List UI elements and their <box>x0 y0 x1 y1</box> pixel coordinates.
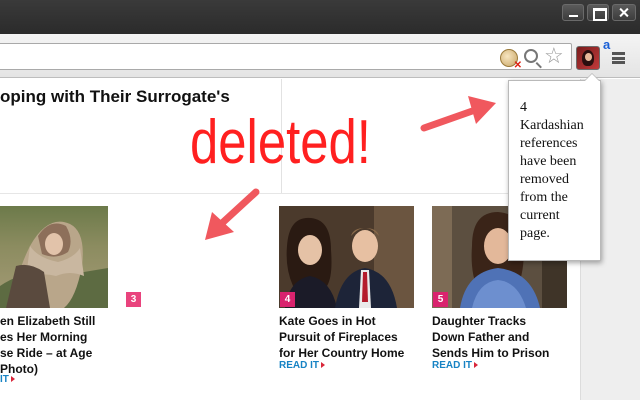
popup-message-line: page. <box>520 226 550 241</box>
article-number-badge: 3 <box>126 292 141 307</box>
read-more-link[interactable]: IT <box>0 374 15 385</box>
article-photo[interactable] <box>279 206 414 308</box>
chrome-menu-icon[interactable] <box>612 52 625 64</box>
article-title-line[interactable]: Down Father and <box>432 329 582 345</box>
extension-badge: a <box>603 37 611 52</box>
section-divider <box>0 193 580 194</box>
article-title-line[interactable]: for Her Country Home <box>279 345 429 361</box>
article-title-line[interactable]: Pursuit of Fireplaces <box>279 329 429 345</box>
read-more-link[interactable]: READ IT <box>279 360 325 371</box>
article-title-line[interactable]: Daughter Tracks <box>432 313 582 329</box>
zoom-icon[interactable] <box>524 49 538 63</box>
deleted-annotation: deleted! <box>190 108 371 177</box>
article-title-line[interactable]: se Ride – at Age <box>0 345 120 361</box>
popup-message-line: references <box>520 136 578 151</box>
popup-message-line: current <box>520 208 560 223</box>
article-number-badge: 4 <box>280 292 295 307</box>
popup-message-line: 4 <box>520 100 527 115</box>
article-title-line[interactable]: Kate Goes in Hot <box>279 313 429 329</box>
popup-message-line: have been <box>520 154 577 169</box>
popup-message-line: Kardashian <box>520 118 584 133</box>
address-bar[interactable] <box>0 43 572 70</box>
read-more-link[interactable]: READ IT <box>432 360 478 371</box>
maximize-button[interactable] <box>587 4 609 21</box>
article-number-badge: 5 <box>433 292 448 307</box>
browser-title-bar <box>0 0 640 34</box>
article-photo[interactable] <box>0 206 108 308</box>
article-title[interactable]: en Elizabeth Still es Her Morning se Rid… <box>0 313 120 377</box>
article-title-line[interactable]: Sends Him to Prison <box>432 345 582 361</box>
article-title[interactable]: Daughter Tracks Down Father and Sends Hi… <box>432 313 582 361</box>
popup-message-line: removed <box>520 172 569 187</box>
article-title-line[interactable]: Photo) <box>0 361 120 377</box>
article-title-line[interactable]: en Elizabeth Still <box>0 313 120 329</box>
bookmark-star-icon[interactable]: ☆ <box>544 44 564 68</box>
minimize-button[interactable] <box>562 4 584 21</box>
article-title[interactable]: Kate Goes in Hot Pursuit of Fireplaces f… <box>279 313 429 361</box>
extension-popup: 4 Kardashian references have been remove… <box>508 73 601 261</box>
close-button[interactable] <box>612 4 636 21</box>
extension-icon[interactable] <box>576 46 600 70</box>
popup-message-line: from the <box>520 190 568 205</box>
plugin-blocked-icon[interactable] <box>500 49 522 71</box>
article-title-line[interactable]: es Her Morning <box>0 329 120 345</box>
top-story-headline[interactable]: oping with Their Surrogate's <box>0 87 230 107</box>
